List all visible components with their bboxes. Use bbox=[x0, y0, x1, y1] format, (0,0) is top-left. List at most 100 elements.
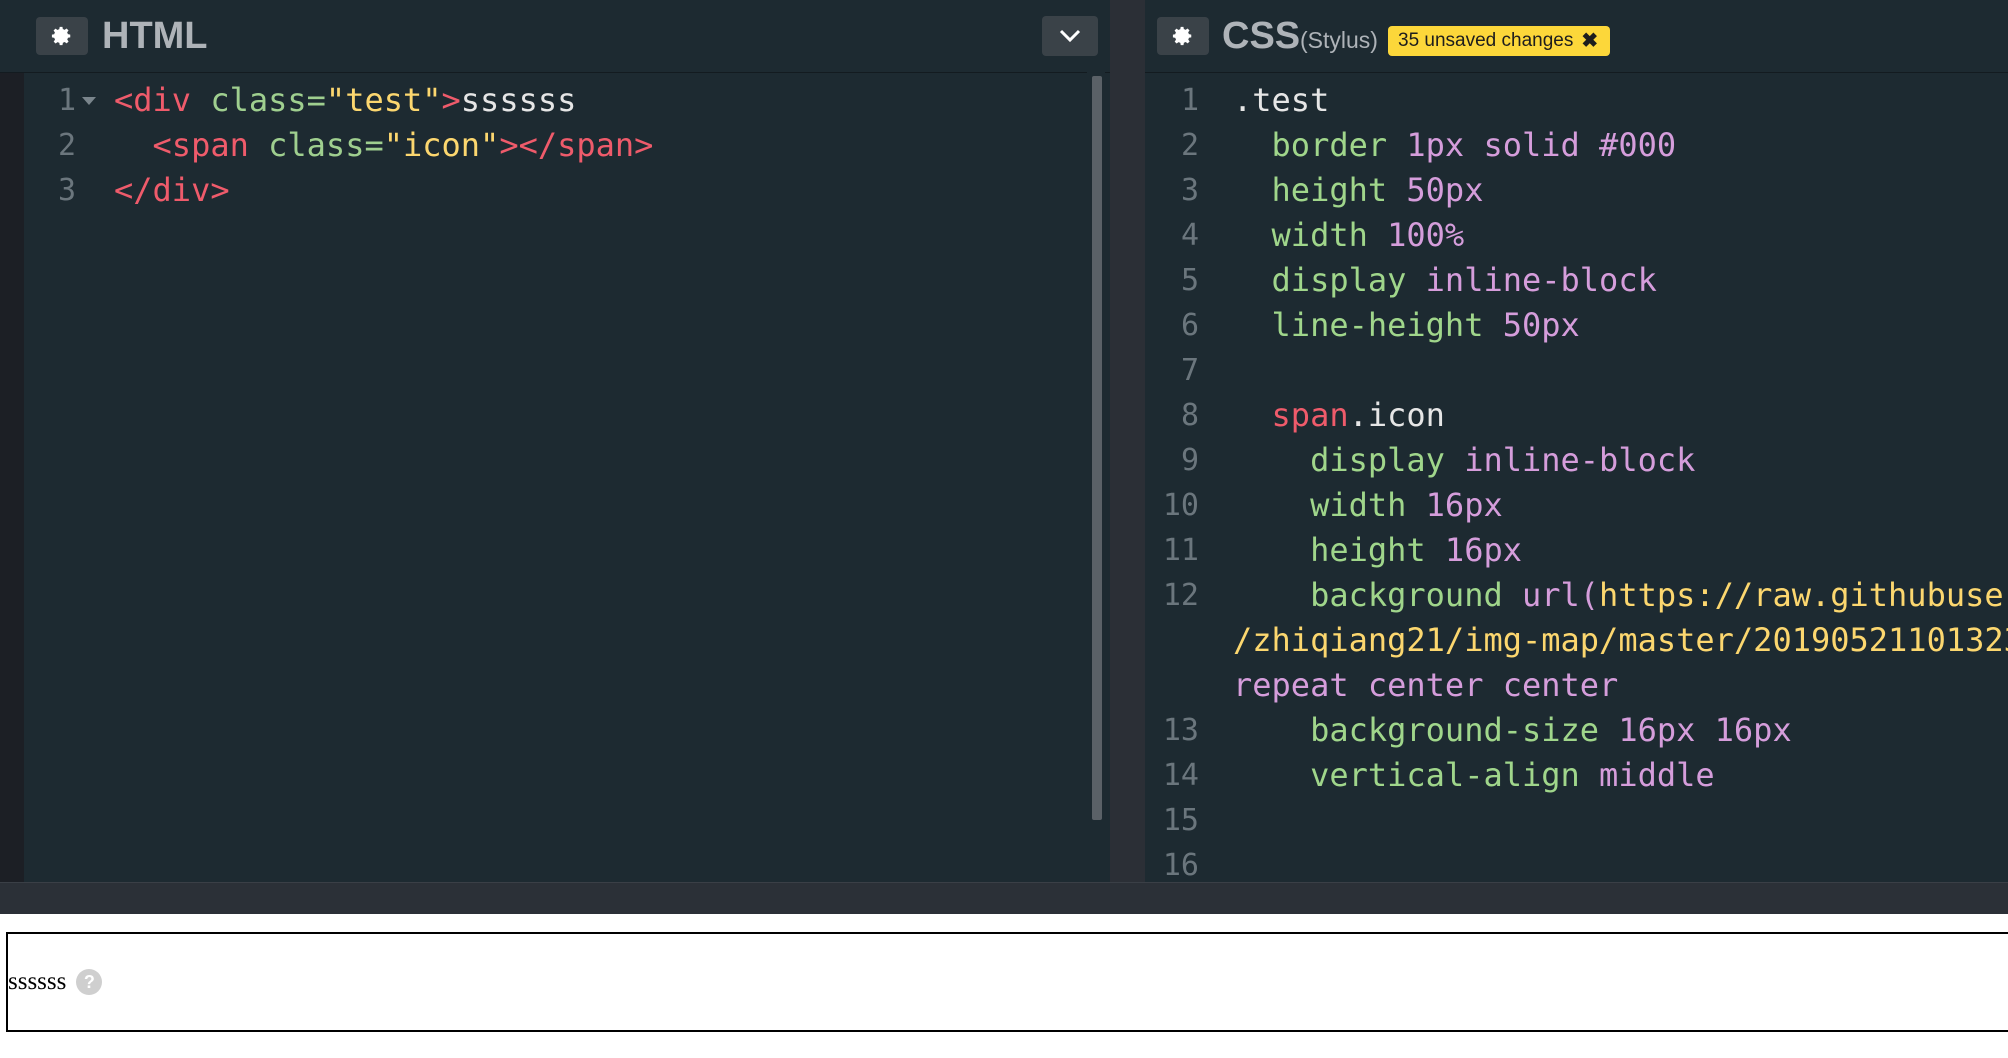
code-line[interactable]: 3 </div> bbox=[0, 168, 1110, 213]
code-token: "test" bbox=[325, 81, 442, 119]
unsaved-changes-badge[interactable]: 35 unsaved changes ✖ bbox=[1388, 26, 1611, 56]
gear-icon bbox=[1172, 26, 1192, 46]
line-number: 3 bbox=[1180, 173, 1199, 208]
line-number: 2 bbox=[1180, 128, 1199, 163]
code-line[interactable]: /zhiqiang21/img-map/master/2019052110132… bbox=[1145, 618, 2008, 663]
line-number: 1 bbox=[57, 83, 76, 118]
code-token: 16px 16px bbox=[1618, 711, 1792, 749]
line-number: 11 bbox=[1162, 533, 1199, 568]
code-text: </div> bbox=[114, 168, 230, 213]
html-panel-title: HTML bbox=[102, 15, 208, 57]
css-panel-title: CSS bbox=[1222, 15, 1301, 57]
code-line[interactable]: 6 line-height 50px bbox=[1145, 303, 2008, 348]
code-line[interactable]: 4 width 100% bbox=[1145, 213, 2008, 258]
code-token: class= bbox=[210, 81, 326, 119]
code-line[interactable]: 14 vertical-align middle bbox=[1145, 753, 2008, 798]
code-token: .test bbox=[1233, 81, 1330, 119]
code-text: <span class="icon"></span> bbox=[114, 123, 654, 168]
code-token: background bbox=[1233, 576, 1522, 614]
scrollbar-thumb[interactable] bbox=[1092, 76, 1102, 820]
code-line[interactable]: 11 height 16px bbox=[1145, 528, 2008, 573]
code-line[interactable]: 5 display inline-block bbox=[1145, 258, 2008, 303]
code-line[interactable]: 2 border 1px solid #000 bbox=[1145, 123, 2008, 168]
html-settings-button[interactable] bbox=[36, 17, 88, 55]
code-line[interactable]: 1 .test bbox=[1145, 78, 2008, 123]
html-panel-header: HTML bbox=[0, 0, 1110, 73]
preview-resize-bar[interactable] bbox=[0, 882, 2008, 915]
code-line[interactable]: 12 background url(https://raw.githubuser… bbox=[1145, 573, 2008, 618]
pane-divider[interactable] bbox=[1110, 0, 1145, 882]
code-line[interactable]: 2 <span class="icon"></span> bbox=[0, 123, 1110, 168]
code-token: /zhiqiang21/img-map/master/2019052110132… bbox=[1233, 621, 2008, 659]
line-number: 9 bbox=[1180, 443, 1199, 478]
code-token: inline-block bbox=[1464, 441, 1696, 479]
code-token: repeat center center bbox=[1233, 666, 1619, 704]
line-number: 1 bbox=[1180, 83, 1199, 118]
code-text: background url(https://raw.githubuserco bbox=[1233, 573, 2008, 618]
line-number: 16 bbox=[1162, 848, 1199, 882]
collapse-button[interactable] bbox=[1042, 16, 1098, 56]
code-text: height 50px bbox=[1233, 168, 1484, 213]
close-icon[interactable]: ✖ bbox=[1581, 26, 1598, 56]
html-editor-pane: HTML 1 <div class="test">ssssss 2 <span cl… bbox=[0, 0, 1110, 882]
code-token: 50px bbox=[1502, 306, 1580, 344]
code-line[interactable]: 10 width 16px bbox=[1145, 483, 2008, 528]
code-text: span.icon bbox=[1233, 393, 1445, 438]
code-text: line-height 50px bbox=[1233, 303, 1580, 348]
code-line[interactable]: 9 display inline-block bbox=[1145, 438, 2008, 483]
code-text: width 100% bbox=[1233, 213, 1465, 258]
css-panel-header: CSS (Stylus) 35 unsaved changes ✖ bbox=[1145, 0, 2008, 73]
editors-area: HTML 1 <div class="test">ssssss 2 <span cl… bbox=[0, 0, 2008, 882]
line-number: 7 bbox=[1180, 353, 1199, 388]
code-line[interactable]: 8 span.icon bbox=[1145, 393, 2008, 438]
code-token: .icon bbox=[1348, 396, 1445, 434]
code-text: width 16px bbox=[1233, 483, 1503, 528]
code-token: width bbox=[1233, 216, 1388, 254]
css-preprocessor-label: (Stylus) bbox=[1300, 27, 1378, 53]
css-code-area[interactable]: 1 .test 2 border 1px solid #000 3 height 50… bbox=[1145, 78, 2008, 882]
code-text: repeat center center bbox=[1233, 663, 1618, 708]
code-token: border bbox=[1233, 126, 1407, 164]
code-text: height 16px bbox=[1233, 528, 1522, 573]
code-line[interactable]: 15 bbox=[1145, 798, 2008, 843]
line-number: 5 bbox=[1180, 263, 1199, 298]
code-text: <div class="test">ssssss bbox=[114, 78, 576, 123]
code-line[interactable]: 7 bbox=[1145, 348, 2008, 393]
code-token: <span bbox=[152, 126, 269, 164]
code-token: 1px solid #000 bbox=[1406, 126, 1677, 164]
preview-test-div: ssssss ? bbox=[6, 932, 2008, 1032]
code-token: middle bbox=[1599, 756, 1715, 794]
code-token: https://raw.githubuserco bbox=[1599, 576, 2008, 614]
line-number: 4 bbox=[1180, 218, 1199, 253]
code-token: background-size bbox=[1233, 711, 1619, 749]
code-token: span bbox=[1233, 396, 1349, 434]
code-text: .test bbox=[1233, 78, 1329, 123]
code-line[interactable]: 3 height 50px bbox=[1145, 168, 2008, 213]
html-code-area[interactable]: 1 <div class="test">ssssss 2 <span class="… bbox=[0, 78, 1110, 882]
fold-arrow-icon[interactable] bbox=[82, 97, 96, 105]
code-token: height bbox=[1233, 171, 1407, 209]
code-text: vertical-align middle bbox=[1233, 753, 1715, 798]
code-token: line-height bbox=[1233, 306, 1503, 344]
code-token: class= bbox=[268, 126, 384, 164]
code-line[interactable]: repeat center center bbox=[1145, 663, 2008, 708]
line-number: 10 bbox=[1162, 488, 1199, 523]
code-line[interactable]: 16 bbox=[1145, 843, 2008, 882]
code-token: 100% bbox=[1387, 216, 1465, 254]
line-number: 8 bbox=[1180, 398, 1199, 433]
line-number: 12 bbox=[1162, 578, 1199, 613]
code-token: url( bbox=[1521, 576, 1600, 614]
code-token: 50px bbox=[1406, 171, 1484, 209]
code-token: vertical-align bbox=[1233, 756, 1600, 794]
css-editor-pane: CSS (Stylus) 35 unsaved changes ✖ 1 .test… bbox=[1145, 0, 2008, 882]
line-number: 13 bbox=[1162, 713, 1199, 748]
code-line[interactable]: 13 background-size 16px 16px bbox=[1145, 708, 2008, 753]
code-text: display inline-block bbox=[1233, 438, 1695, 483]
code-token: "icon" bbox=[383, 126, 500, 164]
code-line[interactable]: 1 <div class="test">ssssss bbox=[0, 78, 1110, 123]
code-token: </div> bbox=[114, 171, 230, 209]
code-token: ssssss bbox=[460, 81, 577, 119]
code-token: inline-block bbox=[1425, 261, 1657, 299]
css-settings-button[interactable] bbox=[1157, 17, 1209, 55]
